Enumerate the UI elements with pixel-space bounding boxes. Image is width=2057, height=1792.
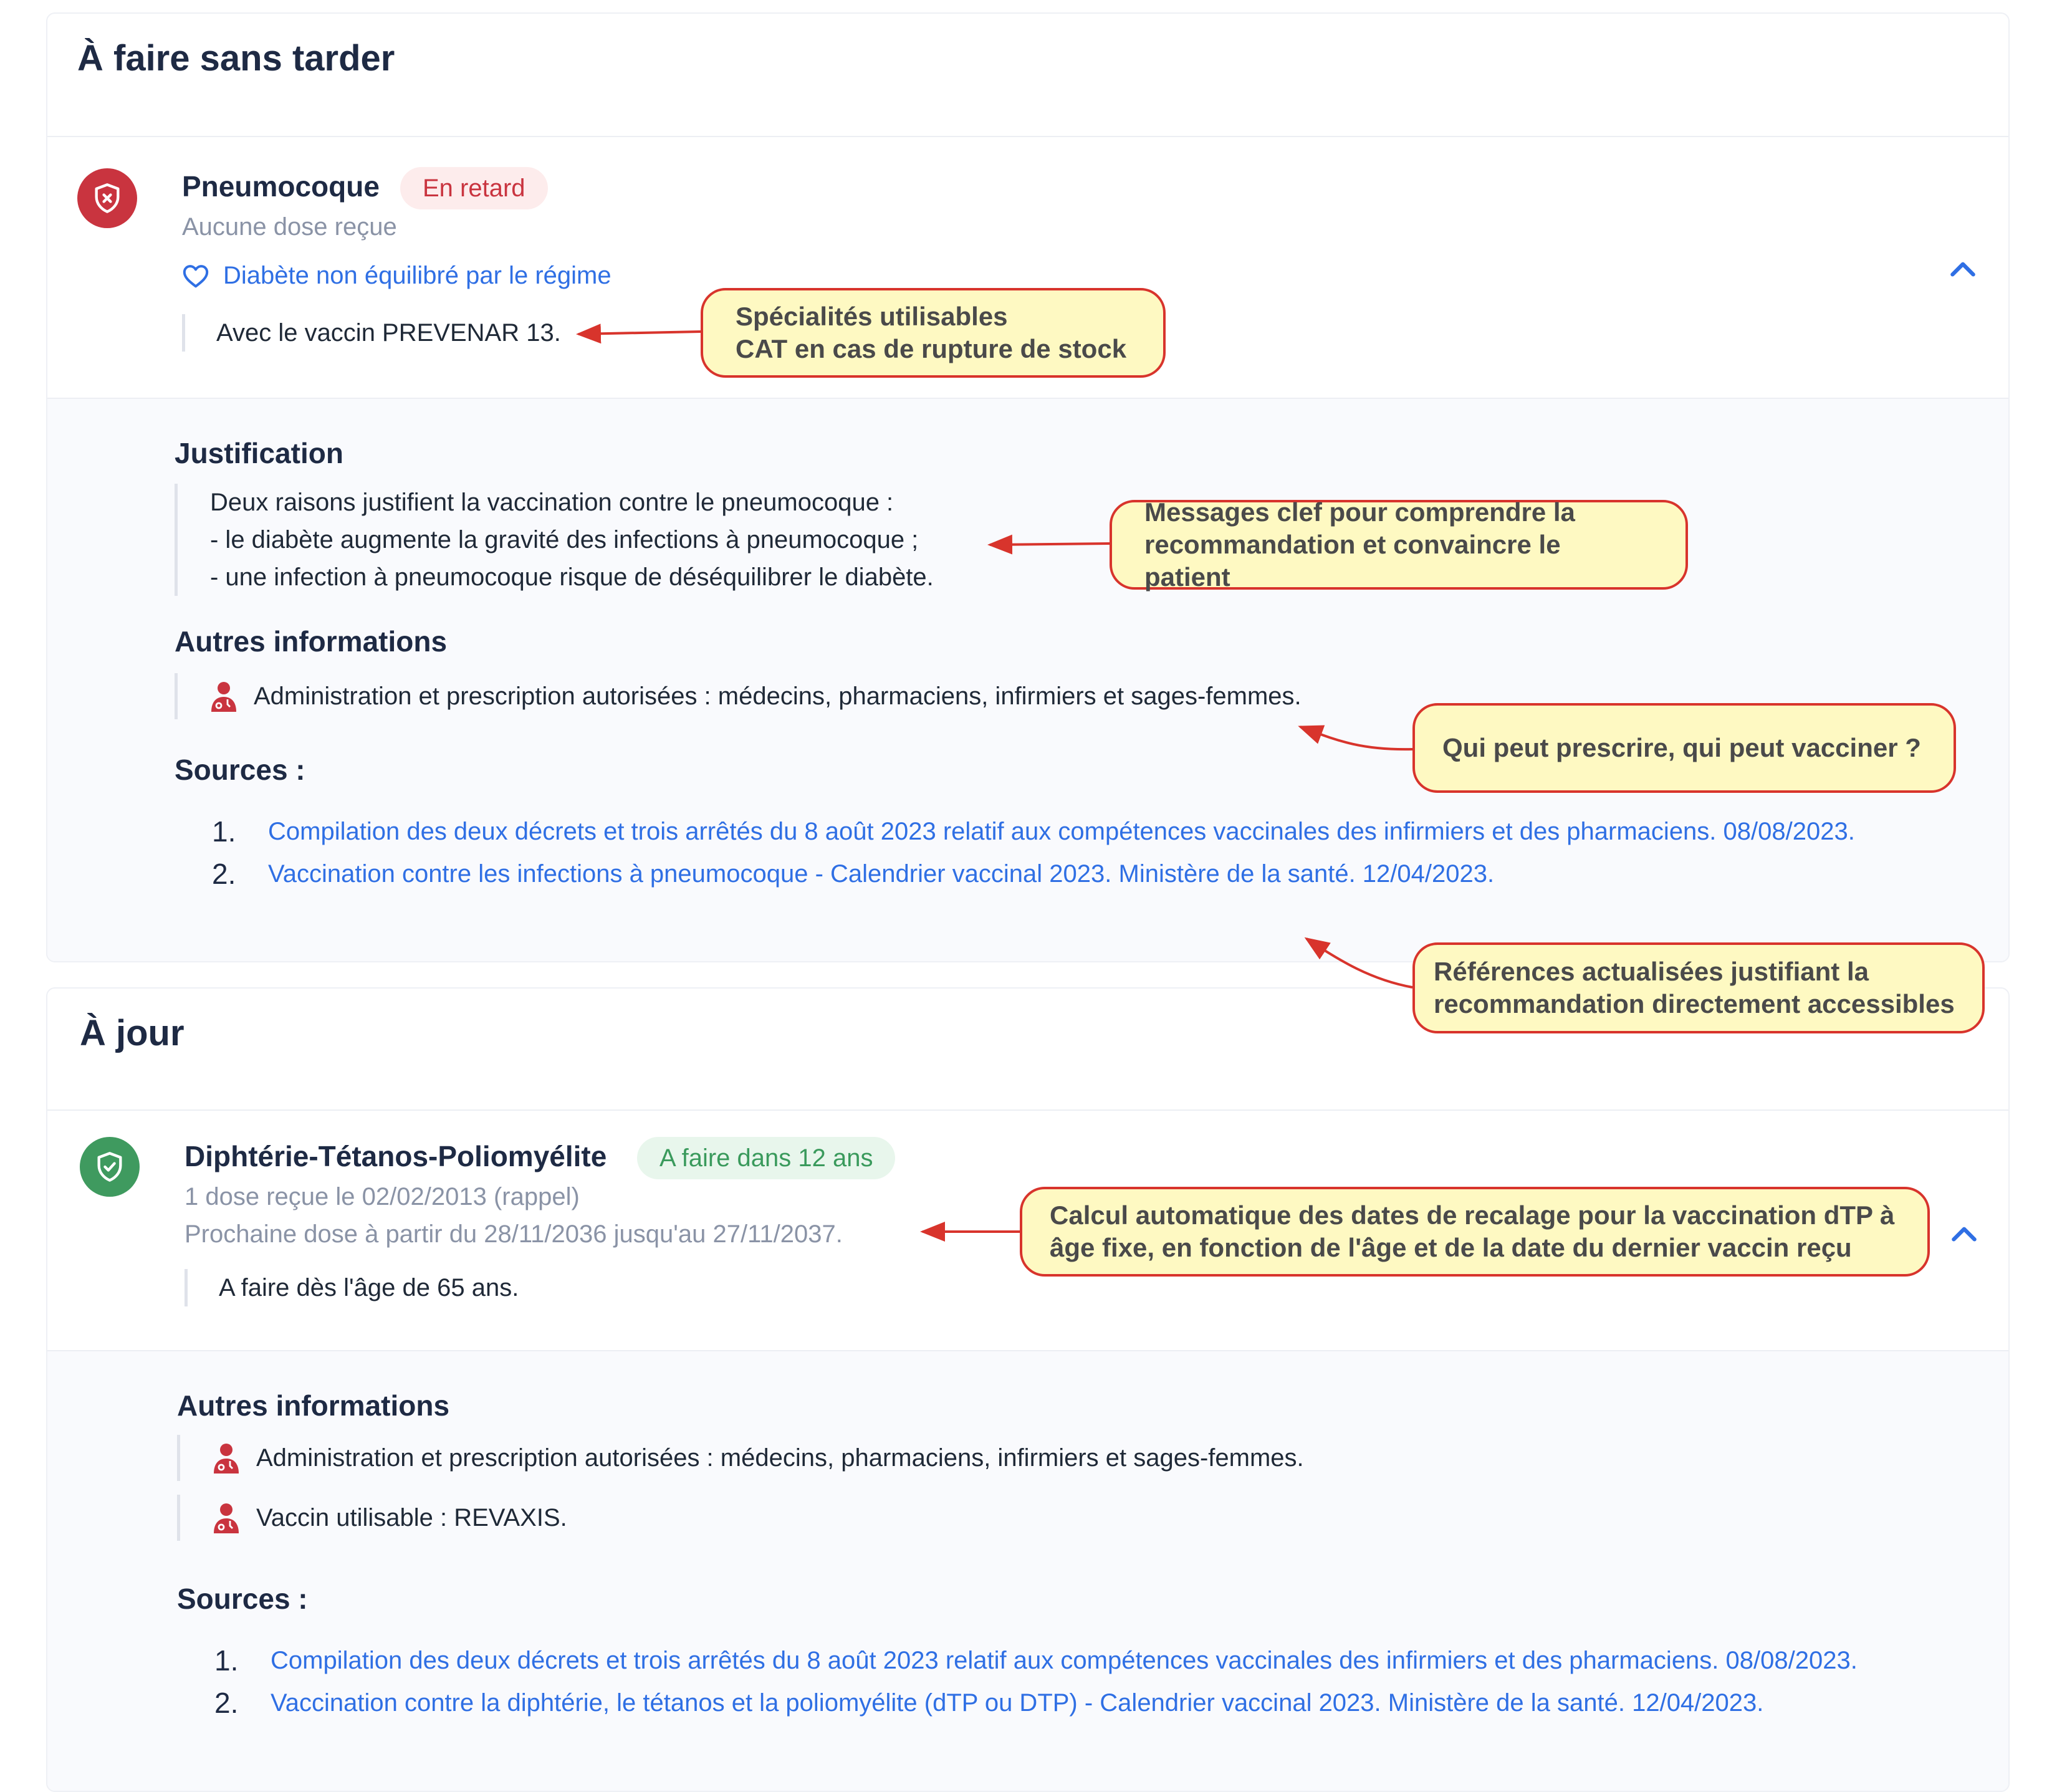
- sources-title: Sources :: [175, 754, 305, 786]
- doctor-icon: [214, 1503, 239, 1533]
- source-number: 2.: [214, 1687, 239, 1719]
- justification-title: Justification: [175, 437, 343, 469]
- section-title: À jour: [80, 1013, 185, 1053]
- info-text: Vaccin utilisable : REVAXIS.: [256, 1503, 567, 1531]
- vaccine-note: A faire dès l'âge de 65 ans.: [185, 1269, 519, 1306]
- dose-status: 1 dose reçue le 02/02/2013 (rappel): [185, 1183, 580, 1210]
- vaccine-name: Diphtérie-Tétanos-Poliomyélite: [185, 1140, 607, 1172]
- heart-icon: [183, 264, 209, 287]
- sources-title: Sources :: [177, 1583, 308, 1615]
- info-item: Vaccin utilisable : REVAXIS.: [177, 1495, 567, 1541]
- condition-label: Diabète non équilibré par le régime: [223, 262, 611, 289]
- justification-line: Deux raisons justifient la vaccination c…: [210, 489, 894, 516]
- source-number: 2.: [212, 858, 236, 890]
- source-link[interactable]: Compilation des deux décrets et trois ar…: [271, 1642, 1947, 1679]
- vaccine-details: Justification Deux raisons justifient la…: [47, 398, 2008, 961]
- callout-calcul-dates: Calcul automatique des dates de recalage…: [1020, 1187, 1930, 1277]
- callout-text: Spécialités utilisables CAT en cas de ru…: [736, 302, 1127, 363]
- section-title: À faire sans tarder: [77, 38, 395, 79]
- doctor-icon: [211, 682, 236, 712]
- callout-text: Qui peut prescrire, qui peut vacciner ?: [1442, 733, 1921, 762]
- callout-specialites: Spécialités utilisables CAT en cas de ru…: [701, 288, 1166, 378]
- section-card-up-to-date: À jour Diphtérie-Tétanos-Poliomyélite A …: [46, 987, 2010, 1792]
- condition-link[interactable]: Diabète non équilibré par le régime: [182, 262, 611, 290]
- chevron-up-icon[interactable]: [1947, 256, 1978, 280]
- source-number: 1.: [212, 815, 236, 848]
- info-item: Administration et prescription autorisée…: [175, 673, 1302, 719]
- callout-messages-clef: Messages clef pour comprendre la recomma…: [1110, 497, 1688, 592]
- status-badge: En retard: [400, 167, 548, 209]
- info-item: Administration et prescription autorisée…: [177, 1435, 1304, 1481]
- source-link[interactable]: Vaccination contre les infections à pneu…: [268, 855, 1945, 893]
- callout-prescription: Qui peut prescrire, qui peut vacciner ?: [1412, 703, 1956, 793]
- dose-status: Aucune dose reçue: [182, 213, 397, 241]
- shield-x-icon: [77, 168, 137, 228]
- source-item: 1. Compilation des deux décrets et trois…: [175, 813, 1945, 850]
- source-item: 2. Vaccination contre la diphtérie, le t…: [177, 1684, 1947, 1722]
- justification-text: Deux raisons justifient la vaccination c…: [175, 484, 934, 596]
- sources-list: 1. Compilation des deux décrets et trois…: [175, 813, 1945, 898]
- source-link[interactable]: Vaccination contre la diphtérie, le téta…: [271, 1684, 1947, 1722]
- info-text: Administration et prescription autorisée…: [254, 682, 1302, 710]
- shield-check-icon: [80, 1137, 140, 1197]
- section-header: À faire sans tarder: [47, 14, 2008, 137]
- callout-text: Calcul automatique des dates de recalage…: [1050, 1200, 1895, 1262]
- sources-list: 1. Compilation des deux décrets et trois…: [177, 1642, 1947, 1727]
- source-number: 1.: [214, 1644, 239, 1677]
- status-badge: A faire dans 12 ans: [637, 1137, 896, 1179]
- other-info-title: Autres informations: [175, 625, 448, 658]
- doctor-icon: [214, 1444, 239, 1473]
- section-card-urgent: À faire sans tarder Pneumocoque En retar…: [46, 12, 2010, 962]
- callout-text: Messages clef pour comprendre la recomma…: [1144, 497, 1575, 592]
- callout-references: Références actualisées justifiant la rec…: [1412, 942, 1985, 1033]
- other-info-title: Autres informations: [177, 1389, 450, 1422]
- source-item: 2. Vaccination contre les infections à p…: [175, 855, 1945, 893]
- source-link[interactable]: Compilation des deux décrets et trois ar…: [268, 813, 1945, 850]
- chevron-up-icon[interactable]: [1949, 1220, 1980, 1245]
- next-dose: Prochaine dose à partir du 28/11/2036 ju…: [185, 1220, 843, 1248]
- vaccine-name: Pneumocoque: [182, 170, 380, 203]
- justification-line: - le diabète augmente la gravité des inf…: [210, 526, 919, 553]
- source-item: 1. Compilation des deux décrets et trois…: [177, 1642, 1947, 1679]
- vaccine-note: Avec le vaccin PREVENAR 13.: [182, 314, 561, 352]
- info-text: Administration et prescription autorisée…: [256, 1444, 1304, 1472]
- callout-text: Références actualisées justifiant la rec…: [1434, 957, 1955, 1018]
- justification-line: - une infection à pneumocoque risque de …: [210, 563, 934, 591]
- vaccine-details: Autres informations Administration et pr…: [47, 1350, 2008, 1791]
